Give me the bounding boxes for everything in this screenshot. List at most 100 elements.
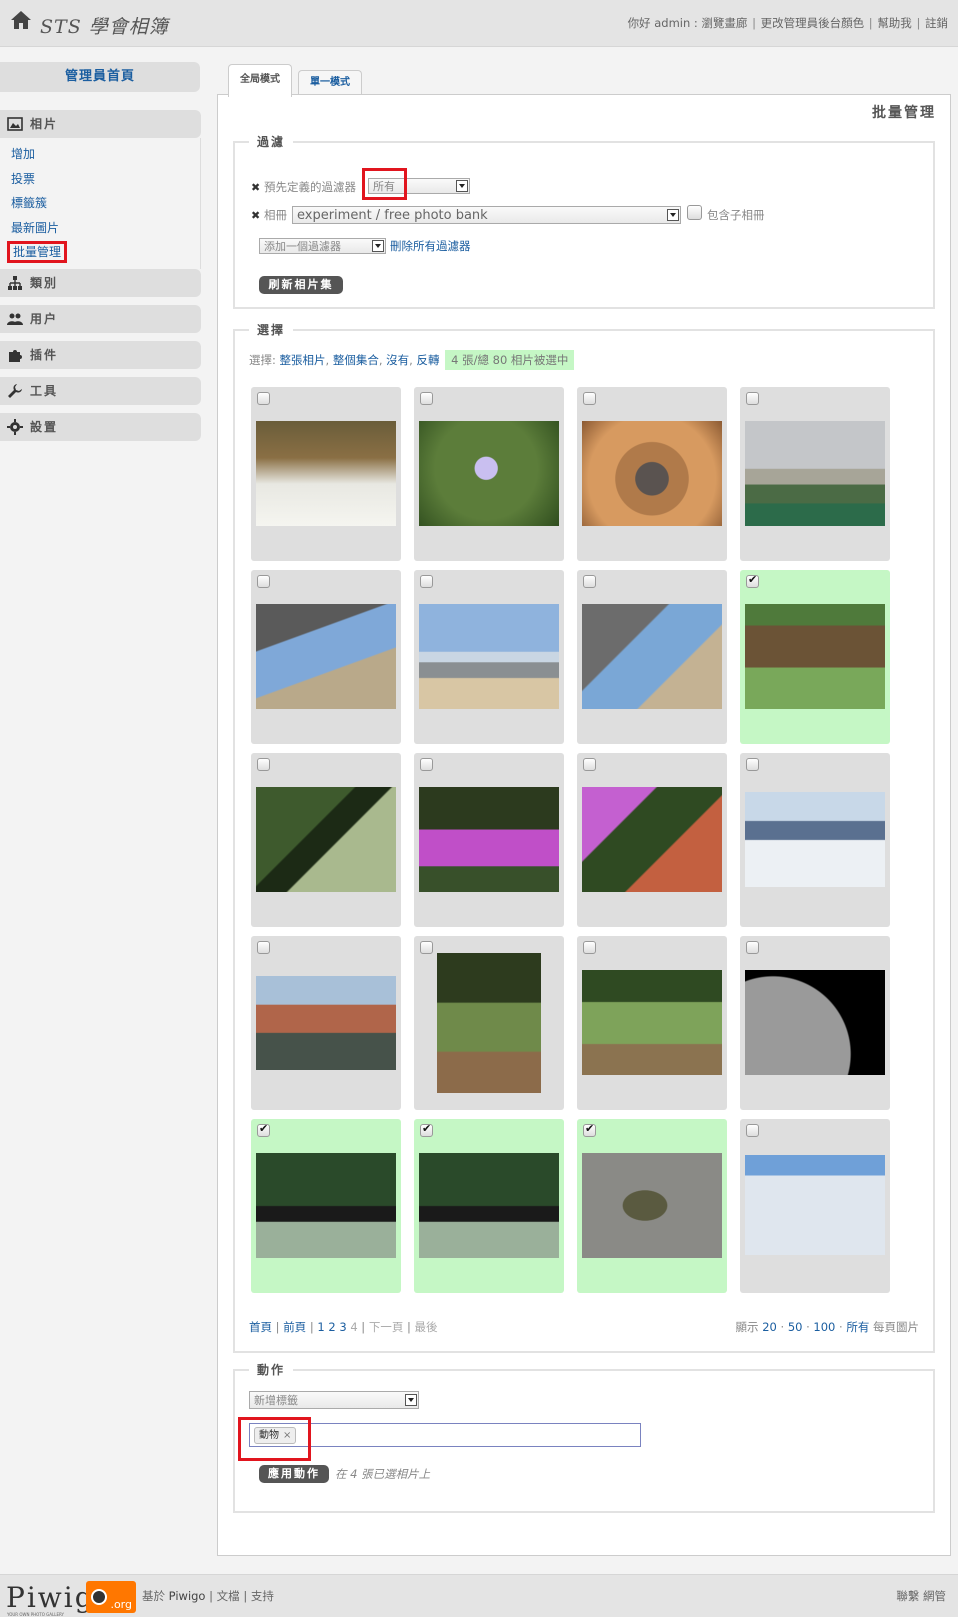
butterfly-photo[interactable] <box>256 787 396 892</box>
photo-select-checkbox[interactable] <box>420 941 433 954</box>
photo-select-checkbox[interactable] <box>746 941 759 954</box>
duck-photo[interactable] <box>582 1153 722 1258</box>
photo-thumbnail[interactable] <box>577 1119 727 1293</box>
photo-select-checkbox[interactable] <box>583 758 596 771</box>
include-subalbums-checkbox[interactable] <box>687 205 702 220</box>
photo-select-checkbox[interactable] <box>420 1122 433 1137</box>
bridge-photo[interactable] <box>419 604 559 709</box>
per-page-option[interactable]: 100 <box>813 1320 835 1334</box>
sidebar-item-batch-manager[interactable]: 批量管理 <box>0 240 200 265</box>
basket-photo[interactable] <box>582 421 722 526</box>
bear-photo[interactable] <box>256 1153 396 1258</box>
bridge-photo[interactable] <box>582 604 722 709</box>
photo-thumbnail[interactable] <box>251 387 401 561</box>
photo-select-checkbox[interactable] <box>257 575 270 588</box>
sidebar-section-users[interactable]: 用户 <box>0 304 201 333</box>
sidebar-section-albums[interactable]: 類別 <box>0 268 201 297</box>
bear-photo[interactable] <box>419 1153 559 1258</box>
logout-link[interactable]: 註銷 <box>925 16 948 30</box>
prev-page-link[interactable]: 前頁 <box>283 1320 306 1334</box>
butterfly-photo[interactable] <box>582 787 722 892</box>
photo-select-checkbox[interactable] <box>257 941 270 954</box>
invert-selection-link[interactable]: 反轉 <box>416 353 439 367</box>
photo-thumbnail[interactable] <box>577 753 727 927</box>
photo-select-checkbox[interactable] <box>257 392 270 405</box>
butterfly-photo[interactable] <box>256 421 396 526</box>
contact-webmaster-link[interactable]: 聯繫 網管 <box>896 1588 946 1604</box>
tab-unit-mode[interactable]: 單一模式 <box>298 70 362 95</box>
moon-photo[interactable] <box>745 970 885 1075</box>
photo-thumbnail[interactable] <box>577 387 727 561</box>
view-gallery-link[interactable]: 瀏覽畫廊 <box>701 16 747 30</box>
docs-link[interactable]: 文檔 <box>217 1589 240 1603</box>
photo-select-checkbox[interactable] <box>583 941 596 954</box>
bison-photo[interactable] <box>745 604 885 709</box>
admin-home-link[interactable]: 管理員首頁 <box>0 62 200 92</box>
airplane-photo[interactable] <box>745 1155 885 1255</box>
apply-action-button[interactable]: 應用動作 <box>259 1465 329 1483</box>
remove-filter-icon[interactable]: ✖ <box>251 209 260 222</box>
photo-select-checkbox[interactable] <box>746 1124 759 1137</box>
page-link[interactable]: 3 <box>339 1320 346 1334</box>
select-whole-set-link[interactable]: 整個集合 <box>333 353 379 367</box>
photo-select-checkbox[interactable] <box>420 392 433 405</box>
forest-path-photo[interactable] <box>437 953 541 1093</box>
select-whole-page-link[interactable]: 整張相片 <box>280 353 326 367</box>
photo-thumbnail[interactable] <box>740 1119 890 1293</box>
photo-thumbnail[interactable] <box>740 753 890 927</box>
sidebar-section-settings[interactable]: 設置 <box>0 412 201 441</box>
photo-thumbnail[interactable] <box>414 570 564 744</box>
sidebar-item-votes[interactable]: 投票 <box>0 167 200 192</box>
sidebar-item-tags[interactable]: 標籤簇 <box>0 191 200 216</box>
photo-thumbnail[interactable] <box>414 387 564 561</box>
butterfly-photo[interactable] <box>419 421 559 526</box>
sidebar-section-photos[interactable]: 相片 <box>0 110 201 138</box>
help-link[interactable]: 幫助我 <box>877 16 912 30</box>
per-page-option[interactable]: 所有 <box>846 1320 869 1334</box>
photo-select-checkbox[interactable] <box>583 392 596 405</box>
sidebar-item-add[interactable]: 增加 <box>0 142 200 167</box>
photo-thumbnail[interactable] <box>740 387 890 561</box>
select-none-link[interactable]: 沒有 <box>386 353 409 367</box>
photo-thumbnail[interactable] <box>740 570 890 744</box>
site-title[interactable]: STS 學會相簿 <box>40 12 169 39</box>
sidebar-section-tools[interactable]: 工具 <box>0 376 201 405</box>
photo-thumbnail[interactable] <box>414 753 564 927</box>
butterfly-photo[interactable] <box>419 787 559 892</box>
photo-select-checkbox[interactable] <box>257 1122 270 1137</box>
photo-select-checkbox[interactable] <box>746 573 759 588</box>
photo-select-checkbox[interactable] <box>257 758 270 771</box>
piwigo-logo-badge[interactable]: .org <box>86 1581 136 1613</box>
page-link[interactable]: 2 <box>328 1320 335 1334</box>
photo-select-checkbox[interactable] <box>746 758 759 771</box>
piwigo-link[interactable]: Piwigo <box>169 1589 206 1603</box>
home-icon[interactable] <box>10 9 32 31</box>
photo-thumbnail[interactable] <box>251 570 401 744</box>
remove-all-filters-link[interactable]: 刪除所有過濾器 <box>390 238 471 254</box>
action-select[interactable]: 新增標籤 <box>249 1391 419 1409</box>
mountains-photo[interactable] <box>745 792 885 887</box>
add-filter-select[interactable]: 添加一個過濾器 <box>259 238 386 254</box>
canal-town-photo[interactable] <box>256 976 396 1070</box>
photo-thumbnail[interactable] <box>251 753 401 927</box>
support-link[interactable]: 支持 <box>251 1589 274 1603</box>
photo-thumbnail[interactable] <box>251 936 401 1110</box>
photo-select-checkbox[interactable] <box>583 575 596 588</box>
per-page-option[interactable]: 50 <box>788 1320 803 1334</box>
photo-thumbnail[interactable] <box>251 1119 401 1293</box>
sidebar-section-plugins[interactable]: 插件 <box>0 340 201 369</box>
photo-thumbnail[interactable] <box>577 570 727 744</box>
forest-path-photo[interactable] <box>582 970 722 1075</box>
photo-select-checkbox[interactable] <box>420 575 433 588</box>
page-link[interactable]: 1 <box>317 1320 324 1334</box>
photo-thumbnail[interactable] <box>414 936 564 1110</box>
photo-thumbnail[interactable] <box>577 936 727 1110</box>
photo-select-checkbox[interactable] <box>583 1122 596 1137</box>
bridge-photo[interactable] <box>256 604 396 709</box>
photo-thumbnail[interactable] <box>740 936 890 1110</box>
album-filter-select[interactable]: experiment / free photo bank <box>292 206 681 224</box>
remove-filter-icon[interactable]: ✖ <box>251 181 260 194</box>
photo-select-checkbox[interactable] <box>420 758 433 771</box>
sidebar-item-recent[interactable]: 最新圖片 <box>0 216 200 241</box>
bridge-landscape-photo[interactable] <box>745 421 885 526</box>
